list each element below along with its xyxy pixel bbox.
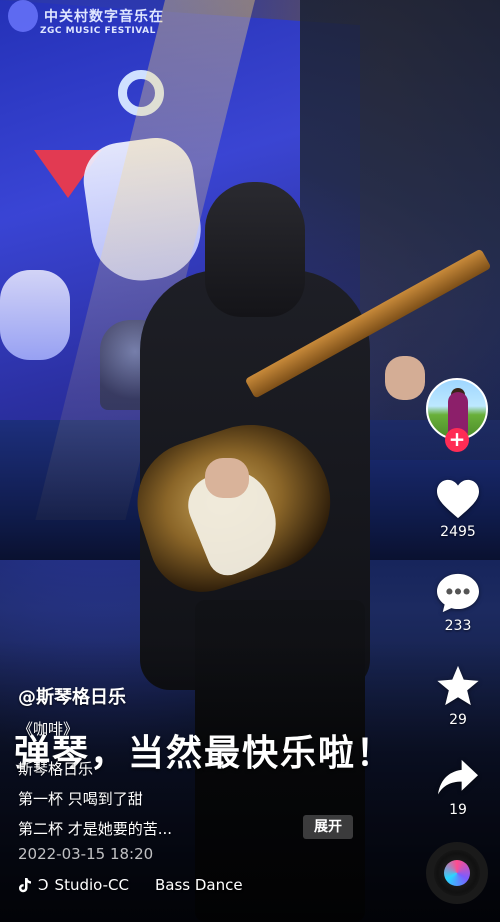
favorite-button[interactable]: 29 <box>430 664 486 728</box>
like-count: 2495 <box>440 524 476 540</box>
comment-count: 233 <box>444 618 472 634</box>
performer-head <box>205 182 305 317</box>
star-icon <box>437 665 479 706</box>
share-arrow-icon <box>438 759 478 795</box>
description-line-3: 第二杯 才是她要的苦... <box>18 820 173 838</box>
music-artist: Studio-CC <box>54 876 129 894</box>
comment-bubble-icon <box>437 573 479 613</box>
heart-icon <box>437 479 479 519</box>
comment-button[interactable]: 233 <box>430 572 486 634</box>
video-player[interactable]: 中关村数字音乐在 ZGC MUSIC FESTIVAL + 2495 233 2… <box>0 0 500 922</box>
performer-right-hand <box>205 458 249 498</box>
follow-button[interactable]: + <box>445 428 469 452</box>
performer-left-hand <box>385 356 425 400</box>
expand-button[interactable]: 展开 <box>303 815 353 839</box>
music-marquee-arc: Ↄ <box>38 876 49 894</box>
festival-logo <box>8 0 38 32</box>
author-handle[interactable]: @斯琴格日乐 <box>18 683 126 709</box>
festival-title: 中关村数字音乐在 <box>44 9 164 25</box>
description-line-2: 第一杯 只喝到了甜 <box>18 790 143 808</box>
like-button[interactable]: 2495 <box>430 478 486 540</box>
post-date: 2022-03-15 18:20 <box>18 845 154 863</box>
music-track: Bass Dance <box>154 876 243 894</box>
music-info[interactable]: Ↄ Studio-CC Bass Dance <box>18 876 243 894</box>
festival-subtitle: ZGC MUSIC FESTIVAL <box>40 26 156 36</box>
tiktok-note-icon <box>19 878 31 893</box>
disc-artwork <box>444 860 470 886</box>
share-button[interactable]: 19 <box>430 758 486 818</box>
description-line-1: 斯琴格日乐 <box>18 760 94 778</box>
backdrop-hand-graphic-2 <box>0 270 70 360</box>
share-count: 19 <box>449 802 467 818</box>
favorite-count: 29 <box>449 712 467 728</box>
music-disc-button[interactable] <box>426 842 488 904</box>
